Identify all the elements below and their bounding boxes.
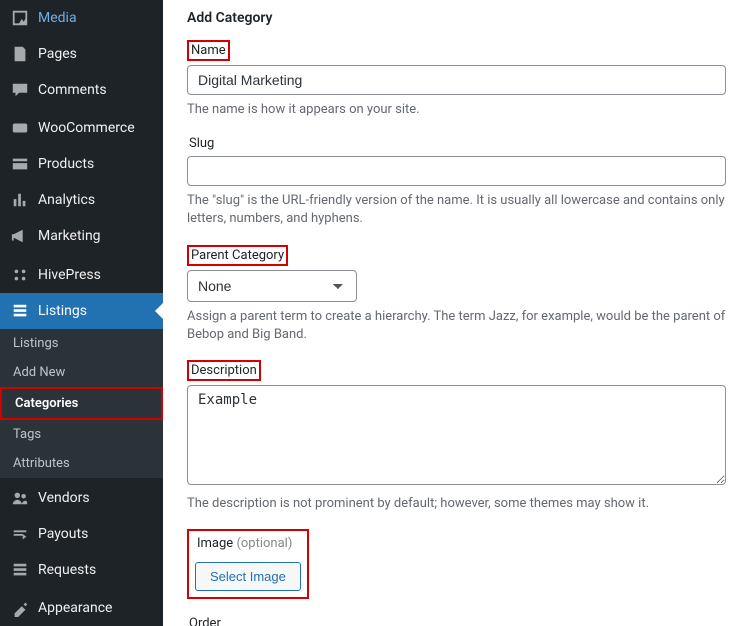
page-title: Add Category [187, 10, 726, 26]
name-description: The name is how it appears on your site. [187, 101, 726, 119]
sidebar-item-label: Payouts [38, 526, 88, 542]
sidebar-item-vendors[interactable]: Vendors [0, 480, 163, 516]
sidebar-item-payouts[interactable]: Payouts [0, 516, 163, 552]
sidebar-item-label: Analytics [38, 192, 95, 208]
description-label: Description [187, 360, 261, 381]
sidebar-item-label: WooCommerce [38, 120, 135, 136]
submenu-item-listings[interactable]: Listings [0, 329, 163, 358]
vendors-icon [10, 488, 30, 508]
sidebar-item-label: Marketing [38, 228, 101, 244]
slug-input[interactable] [187, 156, 726, 186]
listings-submenu: Listings Add New Categories Tags Attribu… [0, 329, 163, 478]
order-label: Order [187, 615, 223, 626]
image-label: Image (optional) [195, 535, 294, 552]
appearance-icon [10, 598, 30, 618]
parent-category-label: Parent Category [187, 245, 288, 266]
field-slug: Slug The "slug" is the URL-friendly vers… [187, 135, 726, 228]
analytics-icon [10, 190, 30, 210]
comments-icon [10, 80, 30, 100]
select-image-button[interactable]: Select Image [195, 562, 301, 591]
sidebar-item-label: Pages [38, 46, 77, 62]
description-help: The description is not prominent by defa… [187, 495, 726, 513]
admin-sidebar: Media Pages Comments WooCommerce Product… [0, 0, 163, 626]
submenu-item-attributes[interactable]: Attributes [0, 449, 163, 478]
media-icon [10, 8, 30, 28]
woocommerce-icon [10, 118, 30, 138]
sidebar-item-products[interactable]: Products [0, 146, 163, 182]
hivepress-icon [10, 265, 30, 285]
name-label: Name [187, 40, 230, 61]
main-content: Add Category Name The name is how it app… [163, 0, 750, 626]
field-description: Description Example The description is n… [187, 360, 726, 513]
sidebar-item-label: Listings [38, 303, 87, 319]
sidebar-item-marketing[interactable]: Marketing [0, 218, 163, 254]
slug-description: The "slug" is the URL-friendly version o… [187, 192, 726, 228]
sidebar-item-comments[interactable]: Comments [0, 72, 163, 108]
sidebar-item-requests[interactable]: Requests [0, 552, 163, 588]
products-icon [10, 154, 30, 174]
sidebar-item-appearance[interactable]: Appearance [0, 590, 163, 626]
sidebar-item-media[interactable]: Media [0, 0, 163, 36]
parent-category-description: Assign a parent term to create a hierarc… [187, 308, 726, 344]
sidebar-item-hivepress[interactable]: HivePress [0, 257, 163, 293]
requests-icon [10, 560, 30, 580]
sidebar-item-label: Vendors [38, 490, 90, 506]
sidebar-item-label: Media [38, 10, 77, 26]
field-name: Name The name is how it appears on your … [187, 40, 726, 119]
megaphone-icon [10, 226, 30, 246]
sidebar-item-label: Appearance [38, 600, 112, 616]
sidebar-item-woocommerce[interactable]: WooCommerce [0, 110, 163, 146]
submenu-item-add-new[interactable]: Add New [0, 358, 163, 387]
listings-icon [10, 301, 30, 321]
sidebar-item-pages[interactable]: Pages [0, 36, 163, 72]
field-parent-category: Parent Category None Assign a parent ter… [187, 245, 726, 344]
name-input[interactable] [187, 65, 726, 95]
description-textarea[interactable]: Example [187, 385, 726, 485]
pages-icon [10, 44, 30, 64]
submenu-item-categories[interactable]: Categories [0, 387, 163, 420]
sidebar-item-label: Comments [38, 82, 107, 98]
sidebar-item-label: HivePress [38, 267, 101, 283]
field-image: Image (optional) Select Image [187, 529, 726, 599]
payouts-icon [10, 524, 30, 544]
parent-category-select[interactable]: None [187, 270, 357, 302]
slug-label: Slug [187, 135, 216, 152]
sidebar-item-label: Products [38, 156, 94, 172]
sidebar-item-analytics[interactable]: Analytics [0, 182, 163, 218]
sidebar-item-label: Requests [38, 562, 96, 578]
sidebar-item-listings[interactable]: Listings [0, 293, 163, 329]
submenu-item-tags[interactable]: Tags [0, 420, 163, 449]
field-order: Order [187, 615, 726, 626]
